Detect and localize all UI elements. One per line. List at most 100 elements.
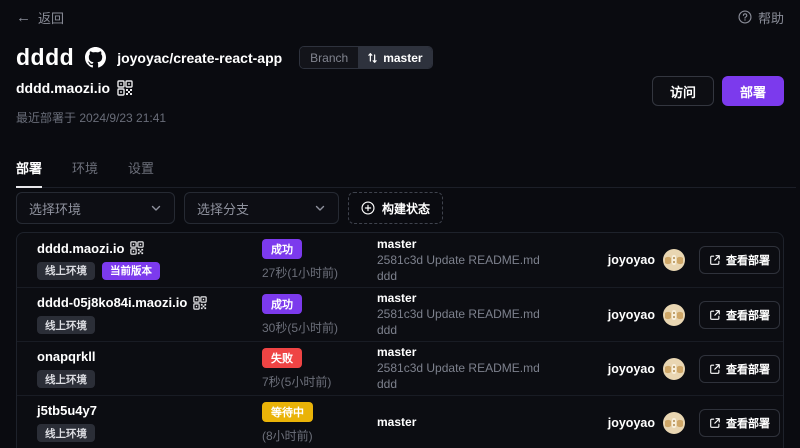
view-deployment-label: 查看部署 <box>726 307 770 323</box>
avatar <box>663 412 685 434</box>
author-cell: joyoyao <box>574 249 699 271</box>
status-cell: 成功 30秒(5小时前) <box>262 294 377 336</box>
deployment-name-cell: dddd-05j8ko84i.maozi.io 线上环境 <box>37 295 262 334</box>
deployment-name-cell: dddd.maozi.io 线上环境当前版本 <box>37 241 262 280</box>
back-label: 返回 <box>38 8 64 27</box>
deployment-url[interactable]: dddd-05j8ko84i.maozi.io <box>37 295 187 310</box>
commit-cell: master <box>377 415 574 430</box>
author-cell: joyoyao <box>574 412 699 434</box>
avatar <box>663 249 685 271</box>
actions-cell: 查看部署 ⋯ <box>699 355 784 383</box>
commit-note: ddd <box>377 377 574 392</box>
topbar: ← 返回 帮助 <box>0 0 800 34</box>
status-time: 27秒(1小时前) <box>262 264 338 281</box>
visit-button[interactable]: 访问 <box>652 76 714 106</box>
view-deployment-label: 查看部署 <box>726 252 770 268</box>
back-button[interactable]: ← 返回 <box>16 8 64 27</box>
status-cell: 失败 7秒(5小时前) <box>262 348 377 390</box>
deployment-row: j5tb5u4y7 线上环境 等待中 (8小时前) master joyoyao <box>17 395 783 448</box>
view-deployment-label: 查看部署 <box>726 415 770 431</box>
plus-circle-icon <box>361 201 375 215</box>
tab-deployments[interactable]: 部署 <box>16 158 42 187</box>
actions-cell: 查看部署 ⋯ <box>699 301 784 329</box>
domain-link[interactable]: dddd.maozi.io <box>16 80 110 96</box>
build-status-label: 构建状态 <box>382 200 430 217</box>
deployment-url[interactable]: j5tb5u4y7 <box>37 403 97 418</box>
deploy-button[interactable]: 部署 <box>722 76 784 106</box>
environment-select-placeholder: 选择环境 <box>29 199 81 218</box>
external-link-icon <box>709 363 721 375</box>
status-cell: 等待中 (8小时前) <box>262 402 377 444</box>
branch-badge: Branch master <box>299 46 432 69</box>
question-circle-icon <box>738 10 752 24</box>
deployment-url[interactable]: onapqrkll <box>37 349 96 364</box>
view-deployment-button[interactable]: 查看部署 <box>699 355 780 383</box>
view-deployment-button[interactable]: 查看部署 <box>699 246 780 274</box>
actions-cell: 查看部署 ⋯ <box>699 246 784 274</box>
branch-badge-label: Branch <box>300 47 358 68</box>
status-time: 30秒(5小时前) <box>262 319 338 336</box>
status-badge: 等待中 <box>262 402 313 422</box>
status-time: 7秒(5小时前) <box>262 373 331 390</box>
author-cell: joyoyao <box>574 304 699 326</box>
commit-message: 2581c3d Update README.md <box>377 253 574 268</box>
badge-list: 线上环境 <box>37 424 262 442</box>
env-badge: 线上环境 <box>37 262 95 280</box>
commit-message: 2581c3d Update README.md <box>377 307 574 322</box>
help-label: 帮助 <box>758 8 784 27</box>
author-name: joyoyao <box>608 253 655 267</box>
filter-bar: 选择环境 选择分支 构建状态 <box>16 192 443 224</box>
repo-link[interactable]: joyoyac/create-react-app <box>117 50 282 66</box>
status-badge: 成功 <box>262 239 302 259</box>
badge-list: 线上环境当前版本 <box>37 262 262 280</box>
commit-branch: master <box>377 345 574 360</box>
deployment-row: dddd.maozi.io 线上环境当前版本 成功 27秒(1小时前) mast… <box>17 233 783 287</box>
last-deployed-text: 最近部署于 2024/9/23 21:41 <box>16 109 166 126</box>
deployment-row: onapqrkll 线上环境 失败 7秒(5小时前) master 2581c3… <box>17 341 783 395</box>
view-deployment-button[interactable]: 查看部署 <box>699 301 780 329</box>
header-actions: 访问 部署 <box>652 76 784 106</box>
deployment-row: dddd-05j8ko84i.maozi.io 线上环境 成功 30秒(5小时前… <box>17 287 783 341</box>
commit-cell: master 2581c3d Update README.md ddd <box>377 291 574 338</box>
external-link-icon <box>709 309 721 321</box>
project-header: dddd joyoyac/create-react-app Branch mas… <box>16 44 433 71</box>
chevron-down-icon <box>314 202 326 214</box>
branch-badge-value: master <box>358 47 431 68</box>
status-cell: 成功 27秒(1小时前) <box>262 239 377 281</box>
tab-settings[interactable]: 设置 <box>128 158 154 187</box>
help-button[interactable]: 帮助 <box>738 8 784 27</box>
branch-select[interactable]: 选择分支 <box>184 192 339 224</box>
env-badge: 线上环境 <box>37 424 95 442</box>
deployments-table: dddd.maozi.io 线上环境当前版本 成功 27秒(1小时前) mast… <box>16 232 784 448</box>
build-status-filter-button[interactable]: 构建状态 <box>348 192 443 224</box>
project-title: dddd <box>16 44 74 71</box>
author-cell: joyoyao <box>574 358 699 380</box>
view-deployment-button[interactable]: 查看部署 <box>699 409 780 437</box>
external-link-icon <box>709 417 721 429</box>
deployment-url[interactable]: dddd.maozi.io <box>37 241 124 256</box>
env-badge: 当前版本 <box>102 262 160 280</box>
qr-code-icon[interactable] <box>117 80 133 96</box>
domain-row: dddd.maozi.io <box>16 80 133 96</box>
environment-select[interactable]: 选择环境 <box>16 192 175 224</box>
commit-cell: master 2581c3d Update README.md ddd <box>377 345 574 392</box>
qr-code-icon[interactable] <box>130 241 144 255</box>
status-badge: 成功 <box>262 294 302 314</box>
commit-branch: master <box>377 291 574 306</box>
badge-list: 线上环境 <box>37 370 262 388</box>
qr-code-icon[interactable] <box>193 296 207 310</box>
deployment-name-cell: onapqrkll 线上环境 <box>37 349 262 388</box>
git-compare-icon <box>367 52 378 64</box>
author-name: joyoyao <box>608 416 655 430</box>
tab-environment[interactable]: 环境 <box>72 158 98 187</box>
actions-cell: 查看部署 ⋯ <box>699 409 784 437</box>
commit-cell: master 2581c3d Update README.md ddd <box>377 237 574 284</box>
author-name: joyoyao <box>608 362 655 376</box>
env-badge: 线上环境 <box>37 316 95 334</box>
arrow-left-icon: ← <box>16 10 31 25</box>
author-name: joyoyao <box>608 308 655 322</box>
commit-branch: master <box>377 415 574 430</box>
commit-note: ddd <box>377 323 574 338</box>
commit-message: 2581c3d Update README.md <box>377 361 574 376</box>
tab-bar: 部署 环境 设置 <box>16 158 796 188</box>
